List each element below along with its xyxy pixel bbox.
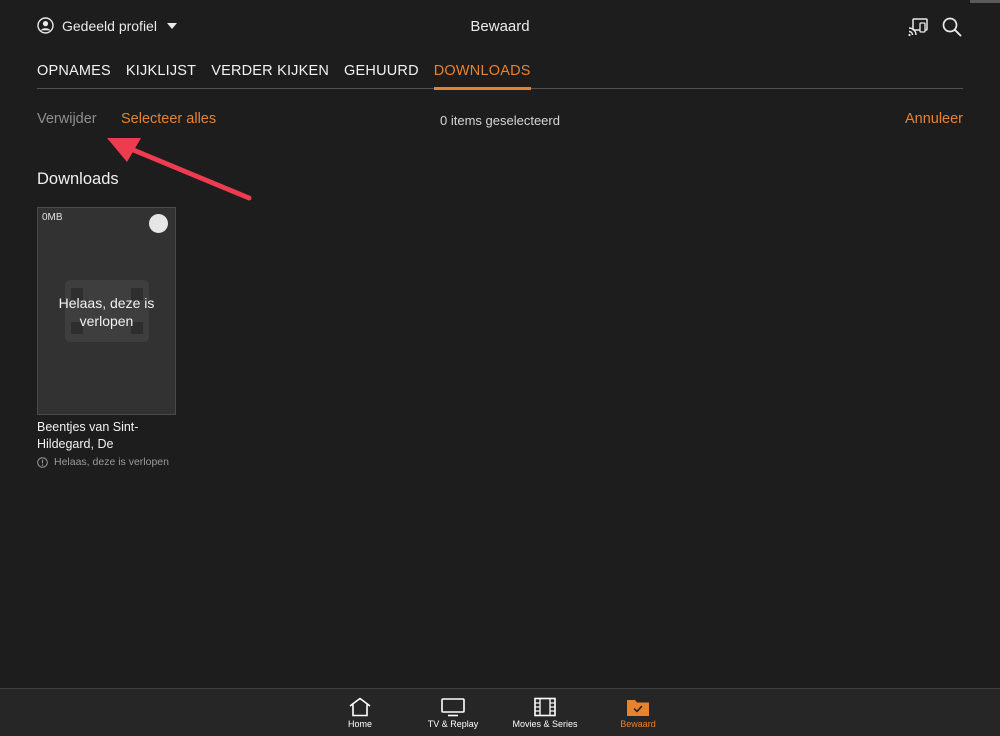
- film-icon: [534, 697, 556, 717]
- download-card[interactable]: 0MB Helaas, deze is verlopen: [37, 207, 176, 415]
- cancel-button[interactable]: Annuleer: [905, 111, 963, 127]
- home-icon: [349, 697, 371, 717]
- nav-bewaard-label: Bewaard: [620, 719, 656, 729]
- tab-kijklijst[interactable]: KIJKLIJST: [126, 62, 196, 89]
- nav-home-label: Home: [347, 719, 372, 729]
- annotation-arrow: [107, 138, 252, 201]
- top-bar: Gedeeld profiel Bewaard: [37, 15, 963, 41]
- tab-verder-kijken[interactable]: VERDER KIJKEN: [211, 62, 329, 89]
- file-size: 0MB: [42, 212, 63, 223]
- nav-movies-series-label: Movies & Series: [512, 719, 578, 729]
- info-icon: [37, 456, 48, 468]
- nav-home[interactable]: Home: [315, 697, 405, 729]
- tv-icon: [441, 698, 465, 717]
- search-icon[interactable]: [941, 16, 963, 38]
- top-actions: [907, 16, 963, 38]
- section-title: Downloads: [37, 170, 119, 188]
- cast-icon[interactable]: [907, 16, 929, 38]
- nav-tv-replay-label: TV & Replay: [427, 719, 479, 729]
- download-status-text: Helaas, deze is verlopen: [54, 456, 169, 468]
- tab-bar: OPNAMES KIJKLIJST VERDER KIJKEN GEHUURD …: [37, 62, 963, 90]
- page-title: Bewaard: [470, 18, 530, 35]
- window-edge: [970, 0, 1000, 3]
- saved-folder-icon: [627, 700, 649, 716]
- selected-count: 0 items geselecteerd: [440, 113, 560, 128]
- download-status: Helaas, deze is verlopen: [37, 456, 169, 468]
- nav-tv-replay[interactable]: TV & Replay: [408, 697, 498, 729]
- tab-gehuurd[interactable]: GEHUURD: [344, 62, 419, 89]
- select-checkbox[interactable]: [149, 214, 168, 233]
- nav-movies-series[interactable]: Movies & Series: [500, 697, 590, 729]
- tab-downloads[interactable]: DOWNLOADS: [433, 62, 531, 90]
- bottom-nav: Home TV & Replay Movies & Series Bewaard: [0, 688, 1000, 736]
- expired-overlay-text: Helaas, deze is verlopen: [58, 295, 155, 329]
- download-title: Beentjes van Sint-Hildegard, De: [37, 420, 139, 451]
- tab-opnames[interactable]: OPNAMES: [37, 62, 111, 89]
- nav-bewaard[interactable]: Bewaard: [593, 697, 683, 729]
- selection-action-bar: Verwijder Selecteer alles 0 items gesele…: [37, 111, 963, 133]
